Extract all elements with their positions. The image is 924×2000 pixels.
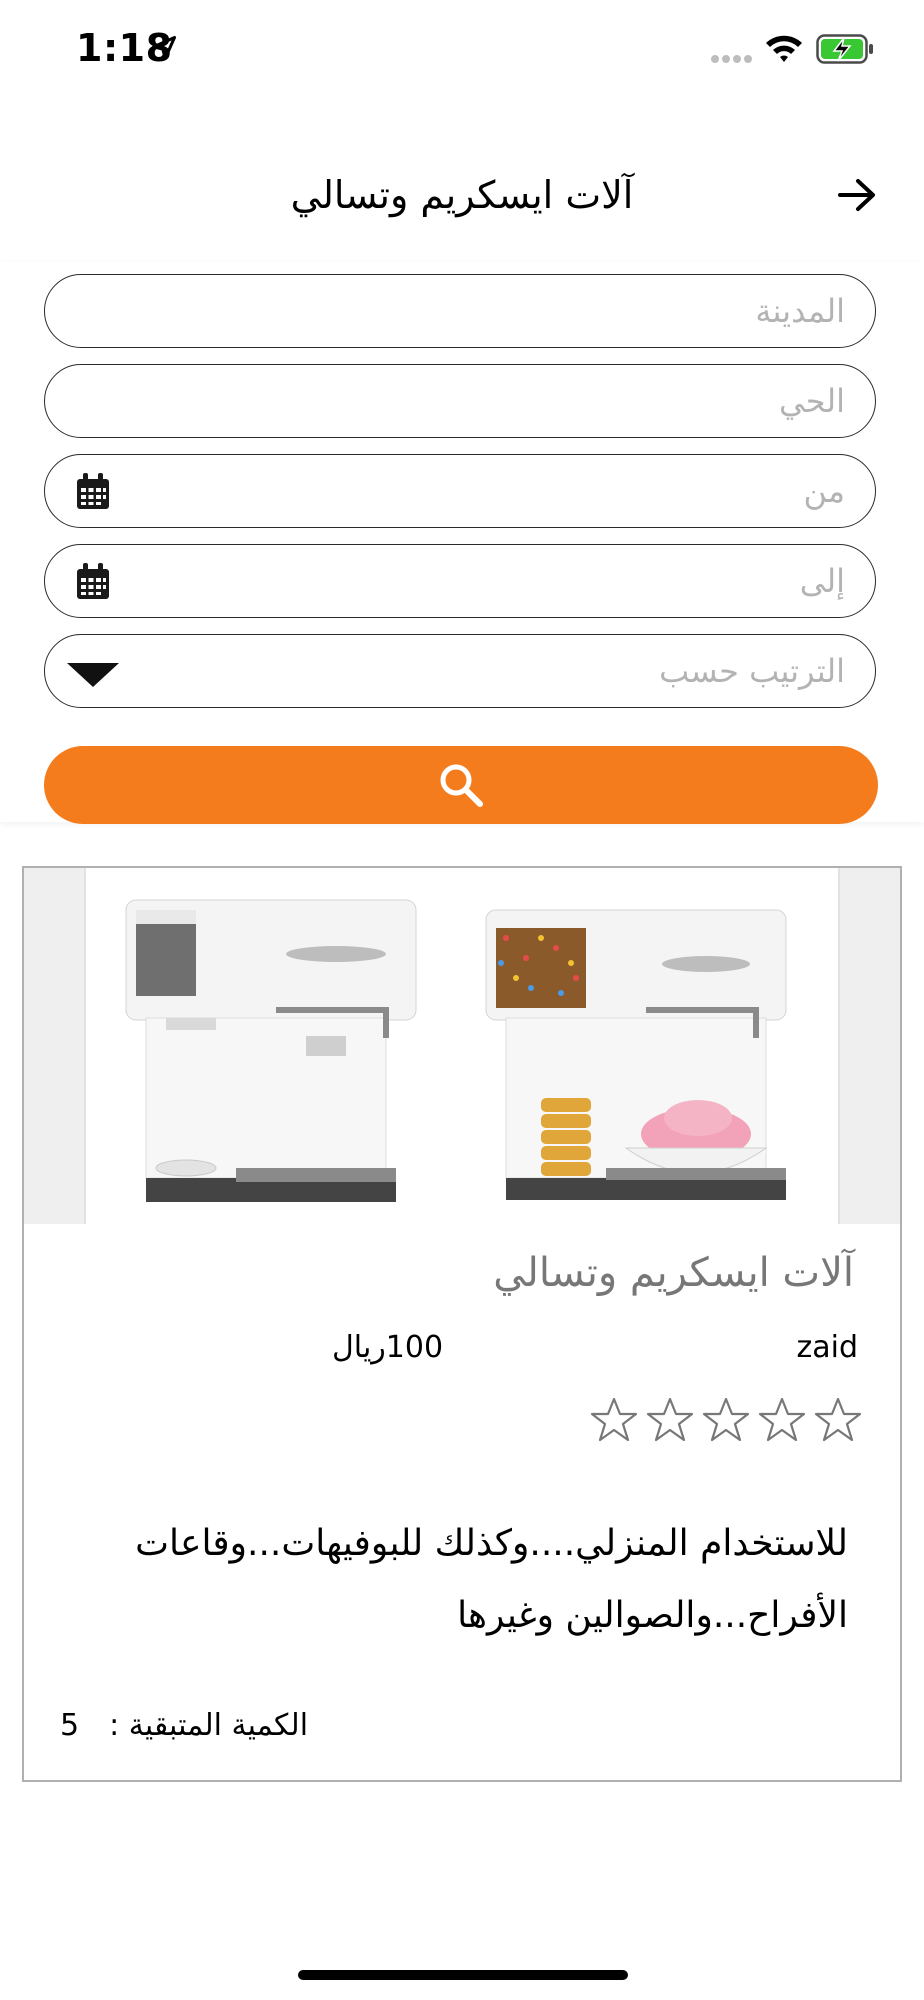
arrow-right-icon [838,179,875,211]
star-outline-icon[interactable] [702,1396,750,1444]
status-bar: 1:18 [0,0,924,100]
caret-down-icon [67,663,119,687]
seller-name[interactable]: zaid [796,1330,858,1365]
from-date-field[interactable]: من [44,454,876,528]
star-outline-icon[interactable] [814,1396,862,1444]
sort-by-placeholder: الترتيب حسب [659,652,845,690]
ice-cream-machine-illustration [125,899,787,1202]
product-description: للاستخدام المنزلي....وكذلك للبوفيهات...و… [135,1523,848,1636]
filter-panel: المدينة الحي من إلى الترتيب حسب [0,262,924,822]
battery-charging-icon [816,34,873,64]
home-indicator[interactable] [298,1970,628,1980]
search-button[interactable] [44,746,878,824]
product-card[interactable]: آلات ايسكريم وتسالي zaid 100ريال للاستخد… [22,866,902,1782]
star-outline-icon[interactable] [590,1396,638,1444]
header: آلات ايسكريم وتسالي [0,100,924,260]
star-outline-icon[interactable] [646,1396,694,1444]
city-field[interactable]: المدينة [44,274,876,348]
search-icon [440,764,483,807]
signal-icon [711,55,752,63]
to-date-placeholder: إلى [799,562,845,600]
page-title: آلات ايسكريم وتسالي [290,173,634,217]
city-placeholder: المدينة [755,292,845,330]
star-outline-icon[interactable] [758,1396,806,1444]
to-date-field[interactable]: إلى [44,544,876,618]
calendar-icon[interactable] [75,563,111,601]
product-image[interactable] [24,868,900,1224]
from-date-placeholder: من [803,472,846,510]
rating-stars[interactable] [590,1396,862,1444]
district-placeholder: الحي [779,382,845,420]
quantity-value: 5 [60,1708,80,1743]
product-title[interactable]: آلات ايسكريم وتسالي [493,1250,854,1296]
back-button[interactable] [830,168,884,222]
remaining-quantity: الكمية المتبقية : 5 [60,1708,360,1743]
price: 100ريال [332,1330,444,1365]
calendar-icon[interactable] [75,473,111,511]
sort-by-dropdown[interactable]: الترتيب حسب [44,634,876,708]
location-arrow-icon [151,35,177,61]
wifi-icon [766,35,802,62]
quantity-label: الكمية المتبقية : [109,1708,309,1743]
district-field[interactable]: الحي [44,364,876,438]
